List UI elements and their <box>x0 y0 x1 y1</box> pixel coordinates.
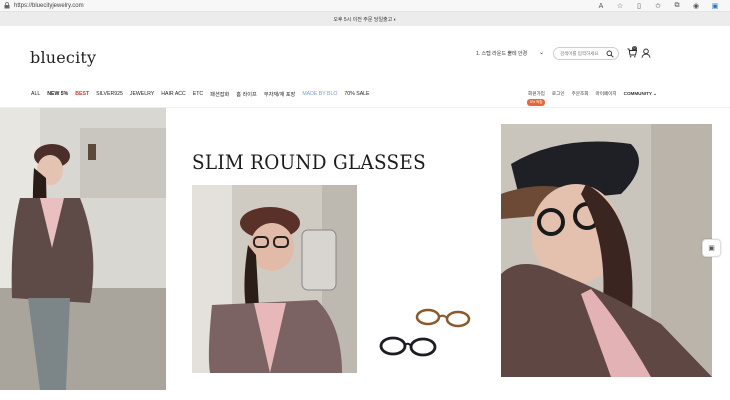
main-nav: ALL NEW 5% BEST SILVER925 JEWELRY HAIR A… <box>31 91 370 98</box>
hero-photo-center <box>192 185 357 373</box>
nav-item-hair-acc[interactable]: HAIR ACC <box>161 91 186 98</box>
product-select[interactable]: 1. 스텝 라운드 뿔테 안경 ⌄ <box>476 47 548 59</box>
hero-title: SLIM ROUND GLASSES <box>192 150 427 174</box>
login-link[interactable]: 로그인 <box>552 91 565 97</box>
extension-icon[interactable]: ▣ <box>710 1 720 11</box>
nav-item-silver925[interactable]: SILVER925 <box>96 91 123 98</box>
nav-item-best[interactable]: BEST <box>75 91 89 98</box>
profile-icon[interactable]: ◉ <box>691 1 701 11</box>
account-nav: 회원가입 로그인 주문조회 마이페이지 COMMUNITY ⌄ <box>528 91 657 97</box>
search-input[interactable] <box>560 51 608 56</box>
signup-reward-badge: 5% 적립 <box>527 99 546 106</box>
nav-item-materials[interactable]: 부자재/재 포장 <box>264 91 296 98</box>
nav-item-sale[interactable]: 70% SALE <box>344 91 369 98</box>
browser-address-bar: https://bluecityjewelry.com A ☆ ▯ ✩ ⧉ ◉ … <box>0 0 730 12</box>
community-menu[interactable]: COMMUNITY ⌄ <box>624 91 657 97</box>
nav-item-new[interactable]: NEW 5% <box>47 91 68 98</box>
nav-item-fashion-goods[interactable]: 패션잡화 <box>210 91 229 98</box>
product-select-value: 1. 스텝 라운드 뿔테 안경 <box>476 50 528 57</box>
nav-item-home-life[interactable]: 홈 라이프 <box>236 91 257 98</box>
hero-photo-right <box>501 124 712 377</box>
favorite-star-icon[interactable]: ☆ <box>615 1 625 11</box>
collections-icon[interactable]: ⧉ <box>672 1 682 11</box>
search-box[interactable] <box>553 47 619 60</box>
signup-link[interactable]: 회원가입 <box>528 91 545 97</box>
split-view-icon[interactable]: ▯ <box>634 1 644 11</box>
nav-item-jewelry[interactable]: JEWELRY <box>130 91 154 98</box>
mypage-link[interactable]: 마이페이지 <box>596 91 617 97</box>
order-lookup-link[interactable]: 주문조회 <box>572 91 589 97</box>
nav-item-all[interactable]: ALL <box>31 91 40 98</box>
announcement-bar: 오후 5시 이전 주문 당일출고 ◐ <box>0 12 730 26</box>
glasses-product-image <box>379 308 471 357</box>
favorites-icon[interactable]: ✩ <box>653 1 663 11</box>
lock-icon <box>4 2 10 9</box>
cart-count-badge: 0 <box>632 46 637 51</box>
site-logo[interactable]: bluecity <box>30 48 96 67</box>
text-size-icon[interactable]: A <box>596 1 606 11</box>
nav-item-etc[interactable]: ETC <box>193 91 203 98</box>
url-text[interactable]: https://bluecityjewelry.com <box>14 3 84 9</box>
chevron-down-icon: ⌄ <box>538 50 544 56</box>
hero-photo-left <box>0 108 166 390</box>
user-icon[interactable] <box>641 48 651 58</box>
nav-item-made-by-blo[interactable]: MADE BY BLO <box>302 91 337 98</box>
clipboard-icon: ▣ <box>708 245 715 252</box>
search-icon[interactable] <box>606 50 614 58</box>
recent-items-button[interactable]: ▣ <box>702 239 721 257</box>
